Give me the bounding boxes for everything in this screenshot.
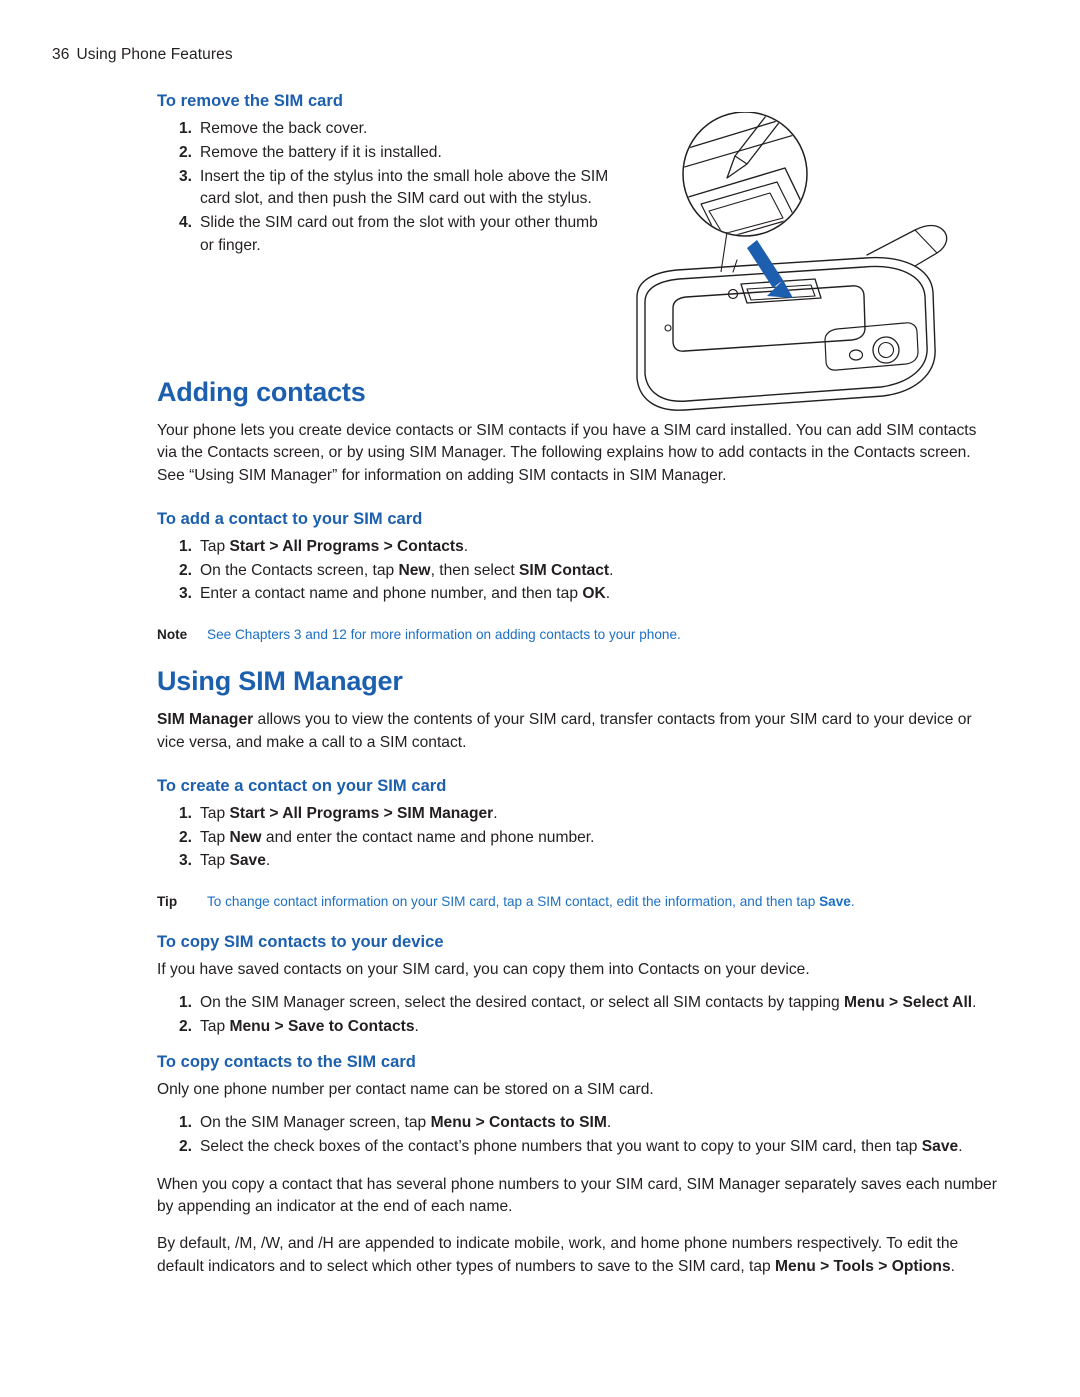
steps-add-contact-sim: 1. Tap Start > All Programs > Contacts. … bbox=[157, 536, 997, 606]
step-text-bold: Menu > Select All bbox=[844, 993, 973, 1011]
heading-adding-contacts: Adding contacts bbox=[157, 376, 366, 407]
step-text-pre: Enter a contact name and phone number, a… bbox=[200, 585, 583, 603]
page-header: 36 Using Phone Features bbox=[52, 46, 233, 64]
list-item: 1. Remove the back cover. bbox=[157, 118, 600, 141]
step-text-bold: OK bbox=[582, 585, 606, 603]
paragraph-bold-lead: SIM Manager bbox=[157, 711, 254, 729]
tip-text-pre: To change contact information on your SI… bbox=[207, 894, 820, 910]
step-text-pre: Tap bbox=[200, 828, 230, 846]
step-text-pre: Tap bbox=[200, 852, 230, 870]
paragraph-copy-to-sim-1: When you copy a contact that has several… bbox=[157, 1175, 997, 1216]
step-number: 1. bbox=[179, 993, 193, 1011]
step-text-pre: Tap bbox=[200, 537, 230, 555]
step-text: Insert the tip of the stylus into the sm… bbox=[200, 167, 609, 208]
step-text: Remove the battery if it is installed. bbox=[200, 143, 442, 161]
step-text-post: . bbox=[463, 537, 469, 555]
step-text-post: . bbox=[972, 993, 977, 1011]
step-number: 3. bbox=[179, 585, 193, 603]
tip-block: Tip To change contact information on your… bbox=[157, 892, 997, 911]
step-number: 2. bbox=[179, 1017, 193, 1035]
heading-create-contact-sim: To create a contact on your SIM card bbox=[157, 776, 447, 795]
step-text-post: . bbox=[609, 561, 614, 579]
step-text: Slide the SIM card out from the slot wit… bbox=[200, 214, 598, 254]
paragraph-copy-sim-intro: If you have saved contacts on your SIM c… bbox=[157, 961, 810, 979]
tip-label: Tip bbox=[157, 894, 178, 910]
step-text-mid: , then select bbox=[430, 561, 519, 579]
step-number: 1. bbox=[179, 1114, 193, 1132]
step-number: 2. bbox=[179, 143, 193, 161]
steps-remove-sim: 1. Remove the back cover. 2. Remove the … bbox=[157, 118, 997, 258]
step-text-bold: Start > All Programs > Contacts bbox=[229, 537, 464, 555]
step-text-pre: Select the check boxes of the contact’s … bbox=[200, 1137, 922, 1155]
steps-copy-sim-to-device: 1. On the SIM Manager screen, select the… bbox=[157, 992, 997, 1039]
step-text-pre: Tap bbox=[200, 804, 230, 822]
step-text-bold: Menu > Contacts to SIM bbox=[430, 1114, 607, 1132]
step-number: 3. bbox=[179, 852, 193, 870]
step-text-bold-2: SIM Contact bbox=[519, 561, 610, 579]
heading-copy-sim-to-device: To copy SIM contacts to your device bbox=[157, 933, 444, 952]
note-text: See Chapters 3 and 12 for more informati… bbox=[207, 627, 681, 643]
step-number: 4. bbox=[179, 214, 193, 232]
step-text-post: . bbox=[605, 585, 611, 603]
step-number: 2. bbox=[179, 561, 193, 579]
step-number: 1. bbox=[179, 804, 193, 822]
step-text-post: . bbox=[265, 852, 271, 870]
list-item: 4. Slide the SIM card out from the slot … bbox=[157, 212, 600, 258]
step-text-post: . bbox=[414, 1017, 419, 1035]
paragraph-rest: allows you to view the contents of your … bbox=[157, 711, 972, 751]
step-text-pre: On the Contacts screen, tap bbox=[200, 561, 399, 579]
list-item: 1. On the SIM Manager screen, tap Menu >… bbox=[157, 1112, 997, 1135]
list-item: 3. Insert the tip of the stylus into the… bbox=[157, 166, 612, 212]
list-item: 1. Tap Start > All Programs > SIM Manage… bbox=[157, 803, 997, 826]
step-text-post: . bbox=[606, 1114, 612, 1132]
steps-create-contact-sim: 1. Tap Start > All Programs > SIM Manage… bbox=[157, 803, 997, 873]
step-text-bold: Menu > Save to Contacts bbox=[229, 1017, 415, 1035]
step-text-bold: Start > All Programs > SIM Manager bbox=[229, 804, 494, 822]
paragraph-sim-manager-intro: SIM Manager allows you to view the conte… bbox=[157, 709, 997, 755]
page-content: To remove the SIM card 1. Remove the bac… bbox=[157, 92, 997, 1283]
list-item: 2. Tap Menu > Save to Contacts. bbox=[157, 1016, 997, 1039]
paragraph-copy-to-sim-2: By default, /M, /W, and /H are appended … bbox=[157, 1233, 997, 1279]
steps-copy-contacts-to-sim: 1. On the SIM Manager screen, tap Menu >… bbox=[157, 1112, 997, 1159]
step-text: Remove the back cover. bbox=[200, 120, 368, 137]
step-text-pre: On the SIM Manager screen, select the de… bbox=[200, 993, 844, 1011]
list-item: 2. Remove the battery if it is installed… bbox=[157, 142, 600, 165]
step-text-post: . bbox=[493, 804, 498, 822]
step-number: 2. bbox=[179, 828, 193, 846]
list-item: 2. Select the check boxes of the contact… bbox=[157, 1136, 997, 1159]
header-section-title: Using Phone Features bbox=[76, 46, 233, 63]
step-text-post: . bbox=[958, 1137, 963, 1155]
list-item: 3. Tap Save. bbox=[157, 850, 997, 873]
list-item: 2. Tap New and enter the contact name an… bbox=[157, 827, 997, 850]
tip-text-post: . bbox=[850, 894, 855, 910]
note-label: Note bbox=[157, 627, 188, 643]
step-number: 1. bbox=[179, 120, 193, 137]
paragraph-post: . bbox=[950, 1257, 955, 1275]
step-number: 2. bbox=[179, 1137, 193, 1155]
paragraph-copy-to-sim-intro: Only one phone number per contact name c… bbox=[157, 1081, 654, 1099]
step-text-post: and enter the contact name and phone num… bbox=[261, 828, 595, 846]
document-page: 36 Using Phone Features To remove the SI… bbox=[0, 0, 1080, 1397]
list-item: 2. On the Contacts screen, tap New, then… bbox=[157, 560, 997, 583]
tip-text-bold: Save bbox=[819, 894, 851, 910]
heading-using-sim-manager: Using SIM Manager bbox=[157, 666, 403, 697]
paragraph-bold: Menu > Tools > Options bbox=[775, 1257, 951, 1275]
heading-add-contact-sim: To add a contact to your SIM card bbox=[157, 509, 423, 528]
step-number: 3. bbox=[179, 167, 193, 185]
step-number: 1. bbox=[179, 537, 193, 555]
heading-copy-contacts-to-sim: To copy contacts to the SIM card bbox=[157, 1053, 416, 1072]
list-item: 1. On the SIM Manager screen, select the… bbox=[157, 992, 997, 1015]
page-number: 36 bbox=[52, 46, 70, 63]
step-text-pre: On the SIM Manager screen, tap bbox=[200, 1114, 431, 1132]
step-text-bold: Save bbox=[921, 1137, 959, 1155]
heading-remove-sim: To remove the SIM card bbox=[157, 92, 344, 110]
step-text-bold: Save bbox=[229, 852, 266, 870]
note-block: Note See Chapters 3 and 12 for more infor… bbox=[157, 625, 997, 644]
paragraph-adding-contacts-intro: Your phone lets you create device contac… bbox=[157, 421, 977, 485]
list-item: 1. Tap Start > All Programs > Contacts. bbox=[157, 536, 997, 559]
step-text-bold: New bbox=[229, 828, 262, 846]
list-item: 3. Enter a contact name and phone number… bbox=[157, 583, 997, 606]
step-text-bold-1: New bbox=[398, 561, 431, 579]
step-text-pre: Tap bbox=[200, 1017, 230, 1035]
